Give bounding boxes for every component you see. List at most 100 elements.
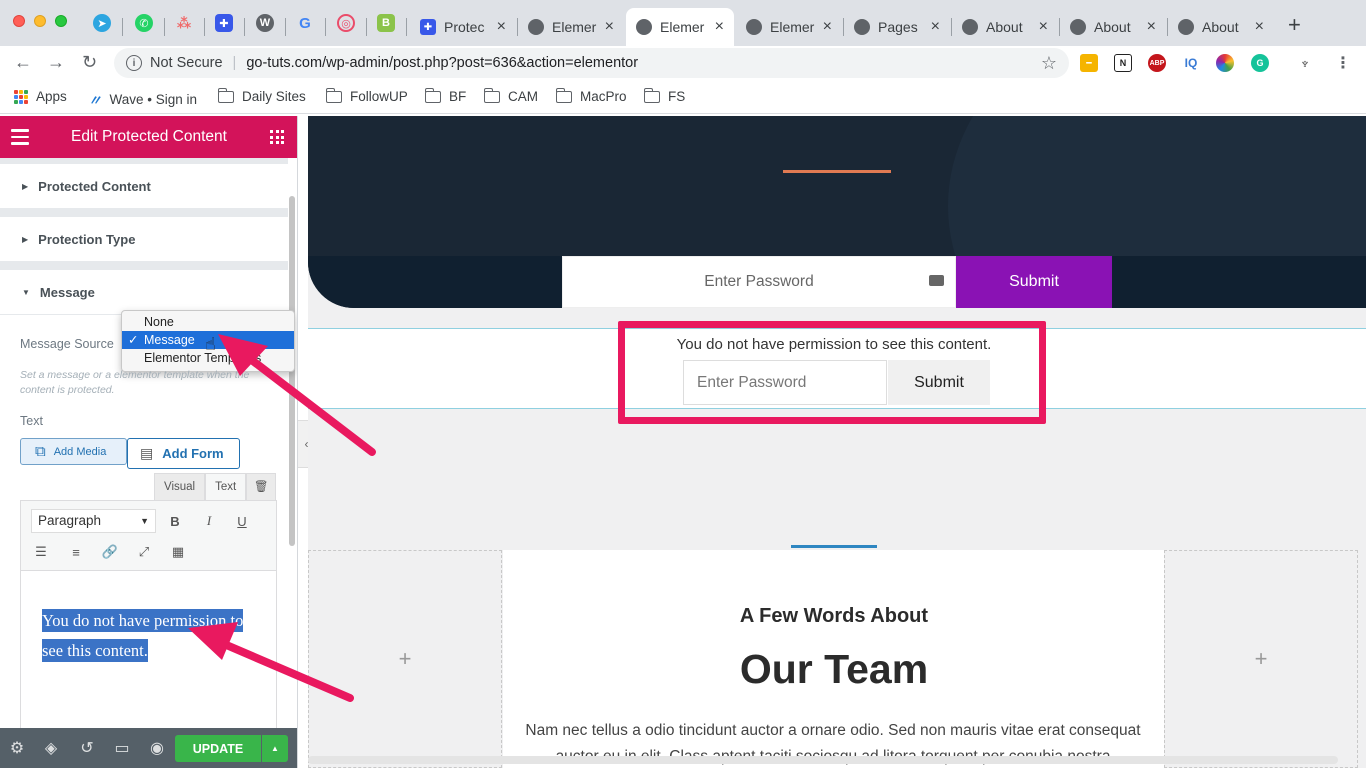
add-form-button[interactable]: ▤ Add Form — [127, 438, 240, 469]
url-text[interactable]: go-tuts.com/wp-admin/post.php?post=636&a… — [246, 55, 638, 71]
folder-icon — [483, 87, 500, 103]
color-wheel-icon[interactable] — [1216, 54, 1234, 72]
section-protected-content[interactable]: ▶ Protected Content — [0, 164, 288, 209]
caret-up-icon[interactable]: ▲ — [262, 735, 288, 762]
tab-elementor-active[interactable]: Elemer × — [626, 8, 734, 46]
target-icon[interactable]: ◎ — [337, 14, 355, 32]
puzzle-icon[interactable]: ✚ — [215, 14, 233, 32]
editor-toolbar: Paragraph ▼ B I U ☰ ≡ 🔗 ⤢ ▦ — [21, 501, 276, 571]
tab-elementor-3[interactable]: Elemer × — [736, 8, 842, 46]
menu-dots-icon[interactable]: ⋮ — [1334, 54, 1352, 72]
bookmarks-bar: Apps 〃 Wave • Sign in Daily Sites Follow… — [0, 82, 1366, 114]
bookmark-followup[interactable]: FollowUP — [325, 87, 408, 104]
hamburger-menu-icon[interactable] — [11, 129, 29, 145]
password-input[interactable]: Enter Password — [562, 256, 956, 308]
gear-icon[interactable]: ⚙ — [9, 740, 25, 757]
folder-icon — [325, 87, 342, 103]
folder-icon — [643, 87, 660, 103]
apps-grid-icon — [14, 89, 28, 104]
update-button[interactable]: UPDATE — [175, 735, 261, 762]
close-icon[interactable]: × — [1147, 18, 1156, 36]
iq-extension-icon[interactable]: IQ — [1182, 54, 1200, 72]
eye-icon[interactable]: ◉ — [149, 740, 165, 757]
adblock-icon[interactable]: ABP — [1148, 54, 1166, 72]
history-icon[interactable]: ↺ — [79, 740, 95, 757]
telegram-icon[interactable]: ➤ — [93, 14, 111, 32]
puzzle-icon: ✚ — [420, 19, 436, 35]
url-bar[interactable]: i Not Secure | go-tuts.com/wp-admin/post… — [114, 48, 1069, 78]
whatsapp-icon[interactable]: ✆ — [135, 14, 153, 32]
close-icon[interactable]: × — [605, 18, 614, 36]
editor-content[interactable]: You do not have permission to see this c… — [42, 606, 264, 666]
folder-icon — [555, 87, 572, 103]
notes-extension-icon[interactable]: ━ — [1080, 54, 1098, 72]
panel-scrollbar[interactable] — [288, 196, 296, 626]
globe-icon — [1178, 19, 1194, 35]
tab-text[interactable]: Text — [205, 473, 247, 500]
widgets-grid-icon[interactable] — [270, 130, 284, 144]
globe-icon — [746, 19, 762, 35]
bookmark-bf[interactable]: BF — [424, 87, 466, 104]
bookmark-macpro[interactable]: MacPro — [555, 87, 627, 104]
tab-about-3[interactable]: About × — [1168, 8, 1274, 46]
password-key-icon — [929, 275, 944, 286]
link-icon[interactable]: 🔗 — [100, 542, 120, 562]
section-message[interactable]: ▼ Message — [0, 270, 288, 315]
star-icon[interactable]: ☆ — [1041, 53, 1057, 74]
close-icon[interactable]: × — [497, 18, 506, 36]
reload-icon[interactable]: ↻ — [82, 52, 97, 73]
submit-button[interactable]: Submit — [956, 256, 1112, 308]
close-icon[interactable]: × — [823, 18, 832, 36]
add-media-button[interactable]: ⧉ Add Media — [20, 438, 127, 465]
close-icon[interactable]: × — [1255, 18, 1264, 36]
bookmark-apps[interactable]: Apps — [14, 89, 67, 104]
tab-about-2[interactable]: About × — [1060, 8, 1166, 46]
bookmark-daily-sites[interactable]: Daily Sites — [217, 87, 306, 104]
minimize-window-button[interactable] — [34, 15, 46, 27]
section-protection-type[interactable]: ▶ Protection Type — [0, 217, 288, 262]
browser-tab-bar: ➤ ✆ ⁂ ✚ W G ◎ B ✚ Protec × Elemer × Elem… — [0, 0, 1366, 46]
close-icon[interactable]: × — [715, 18, 724, 36]
back-arrow-icon[interactable]: ← — [14, 52, 32, 73]
grammarly-icon[interactable]: G — [1251, 54, 1269, 72]
bullet-list-icon[interactable]: ☰ — [31, 542, 51, 562]
bird-extension-icon[interactable]: ♆ — [1296, 54, 1314, 72]
google-icon[interactable]: G — [296, 14, 314, 32]
fullscreen-icon[interactable]: ⤢ — [134, 542, 154, 562]
caret-right-icon: ▶ — [22, 181, 29, 191]
text-label: Text — [20, 414, 43, 428]
bookmark-wave[interactable]: 〃 Wave • Sign in — [88, 89, 197, 109]
folder-icon — [424, 87, 441, 103]
bookmark-fs[interactable]: FS — [643, 87, 685, 104]
asana-icon[interactable]: ⁂ — [175, 14, 193, 32]
wordpress-icon[interactable]: W — [256, 14, 274, 32]
b-icon[interactable]: B — [377, 14, 395, 32]
tab-visual[interactable]: Visual — [154, 473, 206, 500]
close-icon[interactable]: × — [931, 18, 940, 36]
forward-arrow-icon[interactable]: → — [47, 52, 65, 73]
tab-elementor-1[interactable]: Elemer × — [518, 8, 624, 46]
numbered-list-icon[interactable]: ≡ — [66, 542, 86, 562]
trash-icon[interactable]: 🗑 — [246, 473, 277, 500]
info-icon[interactable]: i — [126, 55, 142, 71]
responsive-icon[interactable]: ▭ — [114, 740, 130, 757]
globe-icon — [528, 19, 544, 35]
bold-button[interactable]: B — [165, 511, 185, 531]
close-icon[interactable]: × — [1039, 18, 1048, 36]
n-extension-icon[interactable]: N — [1114, 54, 1132, 72]
underline-button[interactable]: U — [232, 511, 252, 531]
layers-icon[interactable]: ◈ — [43, 740, 59, 757]
tab-about-1[interactable]: About × — [952, 8, 1058, 46]
paragraph-format-select[interactable]: Paragraph ▼ — [31, 509, 156, 533]
new-tab-button[interactable]: + — [1288, 12, 1301, 38]
italic-button[interactable]: I — [199, 511, 219, 531]
bookmark-cam[interactable]: CAM — [483, 87, 538, 104]
message-source-label: Message Source — [20, 337, 114, 351]
keyboard-icon[interactable]: ▦ — [168, 542, 188, 562]
option-none[interactable]: None — [122, 313, 294, 331]
maximize-window-button[interactable] — [55, 15, 67, 27]
tab-pages[interactable]: Pages × — [844, 8, 950, 46]
close-window-button[interactable] — [13, 15, 25, 27]
tab-protected[interactable]: ✚ Protec × — [410, 8, 516, 46]
horizontal-scrollbar[interactable] — [308, 756, 1338, 764]
